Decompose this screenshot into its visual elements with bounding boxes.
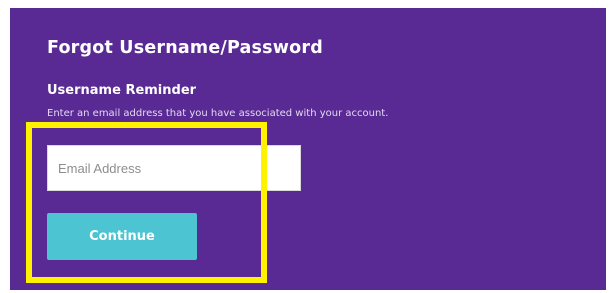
username-reminder-heading: Username Reminder xyxy=(47,83,197,98)
forgot-credentials-panel: Forgot Username/Password Username Remind… xyxy=(10,8,606,290)
email-helper-text: Enter an email address that you have ass… xyxy=(47,108,389,119)
email-address-input[interactable] xyxy=(47,145,301,191)
page-title: Forgot Username/Password xyxy=(47,38,323,58)
continue-button[interactable]: Continue xyxy=(47,213,197,260)
